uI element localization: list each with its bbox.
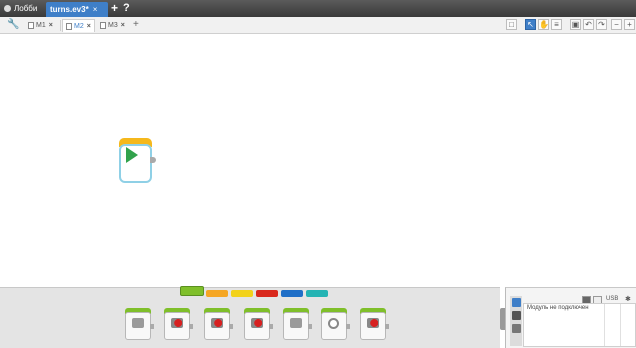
help-button[interactable]: ? [123, 1, 130, 15]
palette-tab-sensor[interactable] [231, 290, 253, 297]
sound-icon [328, 318, 339, 329]
block-connector [385, 324, 389, 329]
brick-status-text: Модуль не подключен [527, 305, 589, 311]
project-tab-bar: Лобби turns.ev3* × + ? [0, 0, 636, 17]
redo-icon[interactable]: ↷ [596, 19, 607, 30]
undo-icon[interactable]: ↶ [583, 19, 594, 30]
large-motor-icon [171, 318, 183, 328]
display-icon [290, 318, 302, 328]
block-connector [150, 324, 154, 329]
block-connector [308, 324, 312, 329]
move-tank-icon [251, 318, 263, 328]
lobby-label: Лобби [14, 4, 38, 13]
available-bricks-icon[interactable] [512, 324, 521, 333]
block-connector [189, 324, 193, 329]
program-icon [28, 22, 34, 29]
program-icon [100, 22, 106, 29]
palette-tab-action[interactable] [180, 286, 204, 296]
toolbar-edit-group: ▣ ↶ ↷ [570, 19, 607, 31]
status-light-icon [367, 318, 379, 328]
lobby-tab[interactable]: Лобби [4, 3, 37, 14]
toolbar-left-group: □ [506, 19, 517, 31]
brick-info-icon[interactable] [512, 298, 521, 307]
palette-tab-advanced[interactable] [281, 290, 303, 297]
content-editor-icon[interactable]: □ [506, 19, 517, 30]
close-icon[interactable]: × [121, 22, 125, 29]
display-block[interactable] [283, 308, 312, 340]
add-project-button[interactable]: + [111, 1, 118, 15]
tab-label: M1 [36, 22, 46, 29]
program-icon [66, 22, 72, 30]
lobby-icon [4, 5, 11, 12]
medium-motor-icon [132, 318, 144, 328]
move-tank-block[interactable] [244, 308, 273, 340]
tab-program-m1[interactable]: M1 × [25, 19, 56, 32]
tab-label: M3 [108, 22, 118, 29]
block-connector [269, 324, 273, 329]
palette-tab-flow[interactable] [206, 290, 228, 297]
tab-program-m2[interactable]: M2 × [62, 19, 95, 32]
block-connector [346, 324, 350, 329]
palette-tab-myblocks[interactable] [306, 290, 328, 297]
move-steering-icon [211, 318, 223, 328]
pan-hand-icon[interactable]: ✋ [538, 19, 549, 30]
palette-tab-data[interactable] [256, 290, 278, 297]
medium-motor-block[interactable] [125, 308, 154, 340]
tab-program-m3[interactable]: M3 × [97, 19, 128, 32]
toolbar-zoom-group: − + [611, 19, 635, 31]
start-block[interactable] [119, 138, 156, 183]
bluetooth-icon[interactable]: ✱ [625, 295, 631, 303]
move-steering-block[interactable] [204, 308, 233, 340]
zoom-in-icon[interactable]: + [624, 19, 635, 30]
project-properties-icon[interactable]: 🔧 [7, 19, 19, 31]
large-motor-block[interactable] [164, 308, 193, 340]
programming-canvas[interactable] [0, 34, 636, 284]
brick-status-light-block[interactable] [360, 308, 389, 340]
add-program-button[interactable]: + [133, 18, 139, 32]
save-icon[interactable]: ▣ [570, 19, 581, 30]
usb-label: USB [606, 296, 619, 302]
tab-divider [60, 20, 61, 31]
sequence-connector[interactable] [150, 157, 156, 163]
select-pointer-icon[interactable]: ↖ [525, 19, 536, 30]
block-connector [229, 324, 233, 329]
toolbar-tools-group: ↖ ✋ ≡ [525, 19, 562, 31]
sound-block[interactable] [321, 308, 350, 340]
close-icon[interactable]: × [49, 22, 53, 29]
comment-icon[interactable]: ≡ [551, 19, 562, 30]
close-icon[interactable]: × [87, 23, 91, 30]
play-icon [126, 147, 138, 163]
zoom-out-icon[interactable]: − [611, 19, 622, 30]
project-tab-label: turns.ev3* [50, 5, 89, 14]
project-tab-active[interactable]: turns.ev3* × [46, 2, 108, 17]
panel-divider [620, 304, 621, 346]
close-icon[interactable]: × [93, 5, 98, 14]
tab-label: M2 [74, 22, 84, 30]
panel-divider [604, 304, 605, 346]
port-view-icon[interactable] [512, 311, 521, 320]
